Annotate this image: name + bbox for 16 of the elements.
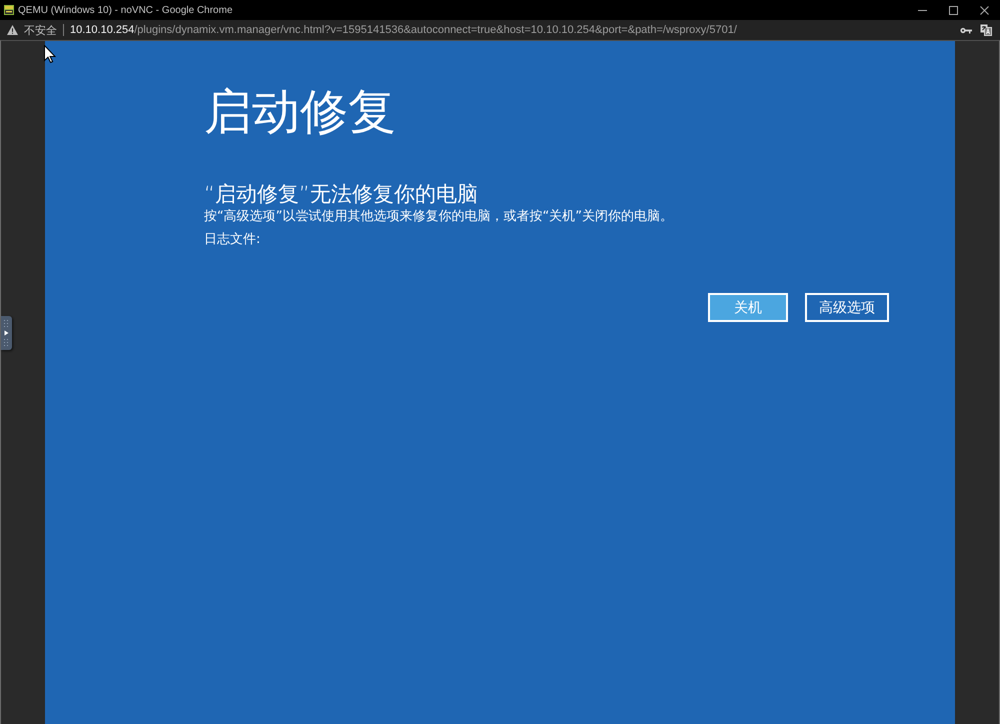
- security-label[interactable]: 不安全: [24, 22, 57, 38]
- maximize-icon: [949, 6, 958, 14]
- mouse-cursor-icon: [44, 45, 56, 63]
- screen-title: 启动修复: [204, 83, 396, 141]
- app-icon: [4, 5, 14, 15]
- advanced-options-button[interactable]: 高级选项: [805, 293, 889, 322]
- url-text[interactable]: 10.10.10.254/plugins/dynamix.vm.manager/vnc.html?v=1595141536&autoconnect=true&host=10.10.10.254&port=&path=/wsproxy/5701/: [70, 24, 960, 36]
- key-icon[interactable]: [960, 26, 972, 34]
- log-file-label: 日志文件:: [204, 231, 260, 249]
- translate-icon[interactable]: [980, 24, 992, 36]
- panel-handle[interactable]: [1, 316, 12, 350]
- error-message: 按“高级选项”以尝试使用其他选项来修复你的电脑，或者按“关机”关闭你的电脑。: [204, 208, 673, 226]
- warning-icon[interactable]: [7, 25, 18, 35]
- error-heading: “启动修复”无法修复你的电脑: [204, 181, 478, 208]
- close-icon: [980, 6, 989, 14]
- window-title: QEMU (Windows 10) - noVNC - Google Chrome: [18, 4, 234, 16]
